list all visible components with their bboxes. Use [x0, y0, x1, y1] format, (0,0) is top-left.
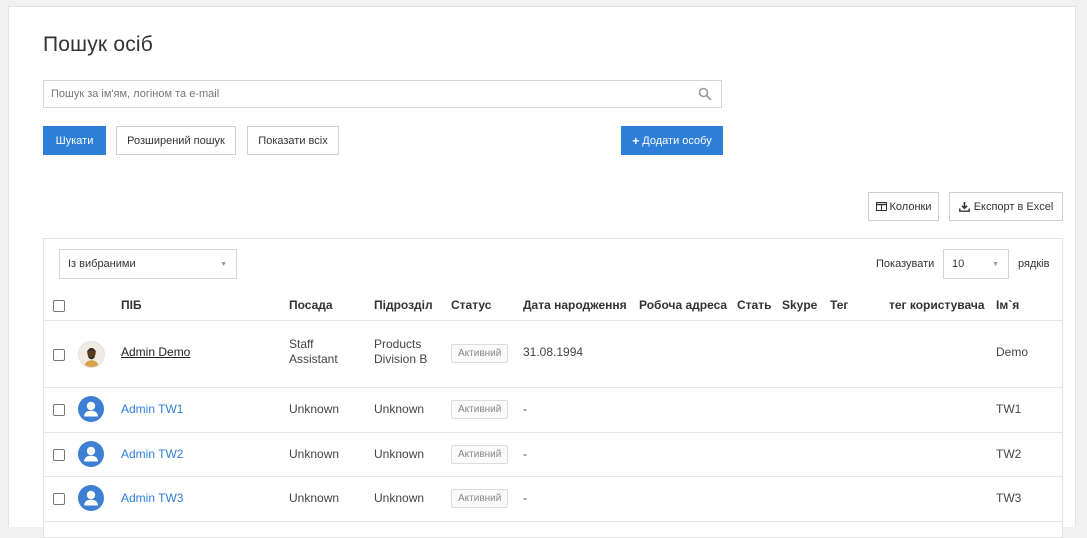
- table-row[interactable]: Admin TW2 Unknown Unknown Активний - TW2: [44, 433, 1062, 477]
- position-cell: Unknown: [289, 491, 340, 505]
- avatar: [78, 441, 104, 467]
- columns-label: Колонки: [889, 200, 932, 213]
- first-name-cell: Demo: [996, 345, 1029, 359]
- page-size-value: 10: [952, 258, 965, 270]
- bulk-action-select[interactable]: Із вибраними ▼: [59, 249, 237, 279]
- table-row[interactable]: Admin TW3 Unknown Unknown Активний - TW3: [44, 477, 1062, 522]
- column-header-first-name[interactable]: Ім`я: [996, 298, 1019, 312]
- avatar: [78, 341, 105, 368]
- user-icon: [84, 490, 98, 506]
- row-checkbox[interactable]: [53, 493, 65, 505]
- people-table: Із вибраними ▼ Показувати 10 ▼ рядків ПІ…: [43, 238, 1063, 538]
- column-header-department[interactable]: Підрозділ: [374, 298, 433, 312]
- birth-date-cell: -: [523, 491, 527, 505]
- page-size-select[interactable]: 10 ▼: [943, 249, 1009, 279]
- status-badge: Активний: [451, 489, 509, 508]
- user-icon: [84, 401, 98, 417]
- table-row[interactable]: Admin TW1 Unknown Unknown Активний - TW1: [44, 388, 1062, 433]
- search-button[interactable]: Шукати: [43, 126, 106, 155]
- first-name-cell: TW1: [996, 402, 1022, 416]
- row-checkbox[interactable]: [53, 404, 65, 416]
- column-header-position[interactable]: Посада: [289, 298, 333, 312]
- status-badge: Активний: [451, 445, 509, 464]
- plus-icon: +: [632, 133, 640, 148]
- person-name-link[interactable]: Admin TW1: [121, 402, 183, 417]
- birth-date-cell: -: [523, 402, 527, 416]
- column-header-work-address[interactable]: Робоча адреса: [639, 298, 727, 312]
- position-line: Staff: [289, 337, 314, 351]
- avatar: [78, 396, 104, 422]
- column-header-birth-date[interactable]: Дата народження: [523, 298, 627, 312]
- search-icon[interactable]: [698, 87, 712, 101]
- select-all-checkbox[interactable]: [53, 300, 65, 312]
- add-person-button[interactable]: + Додати особу: [621, 126, 723, 155]
- column-header-tag[interactable]: Тег: [830, 298, 848, 312]
- row-checkbox[interactable]: [53, 449, 65, 461]
- chevron-down-icon: ▼: [992, 261, 999, 268]
- birth-date-cell: 31.08.1994: [523, 345, 584, 359]
- person-name-link[interactable]: Admin TW2: [121, 447, 183, 462]
- position-cell: Staff Assistant: [289, 337, 338, 367]
- show-label: Показувати: [876, 258, 935, 270]
- table-header: ПІБ Посада Підрозділ Статус Дата народже…: [44, 287, 1062, 321]
- search-box[interactable]: [43, 80, 722, 108]
- row-checkbox[interactable]: [53, 349, 65, 361]
- department-cell: Unknown: [374, 447, 425, 461]
- person-name-link[interactable]: Admin TW3: [121, 491, 183, 506]
- download-icon: [958, 201, 970, 212]
- avatar: [78, 485, 104, 511]
- page-title: Пошук осіб: [43, 33, 154, 56]
- user-photo-icon: [79, 342, 104, 367]
- bulk-action-value: Із вибраними: [68, 258, 136, 270]
- column-header-status[interactable]: Статус: [451, 298, 491, 312]
- export-label: Експорт в Excel: [973, 200, 1054, 213]
- column-header-user-tag[interactable]: тег користувача: [889, 298, 985, 312]
- columns-button[interactable]: Колонки: [868, 192, 939, 221]
- status-badge: Активний: [451, 344, 509, 363]
- department-cell: Products Division B: [374, 337, 427, 367]
- rows-label: рядків: [1018, 258, 1050, 270]
- birth-date-cell: -: [523, 447, 527, 461]
- people-search-panel: Пошук осіб Шукати Розширений пошук Показ…: [8, 6, 1076, 538]
- first-name-cell: TW3: [996, 491, 1022, 505]
- user-icon: [84, 446, 98, 462]
- chevron-down-icon: ▼: [220, 261, 227, 268]
- column-header-skype[interactable]: Skype: [782, 298, 817, 312]
- first-name-cell: TW2: [996, 447, 1022, 461]
- export-excel-button[interactable]: Експорт в Excel: [949, 192, 1063, 221]
- columns-icon: [875, 202, 887, 211]
- show-all-button[interactable]: Показати всіх: [247, 126, 339, 155]
- department-line: Division B: [374, 352, 428, 366]
- advanced-search-button[interactable]: Розширений пошук: [116, 126, 236, 155]
- person-name-link[interactable]: Admin Demo: [121, 345, 190, 360]
- department-cell: Unknown: [374, 402, 425, 416]
- column-header-gender[interactable]: Стать: [737, 298, 771, 312]
- department-line: Products: [374, 337, 422, 351]
- add-person-label: Додати особу: [642, 134, 712, 147]
- position-cell: Unknown: [289, 402, 340, 416]
- status-badge: Активний: [451, 400, 509, 419]
- department-cell: Unknown: [374, 491, 425, 505]
- table-row[interactable]: Admin Demo Staff Assistant Products Divi…: [44, 321, 1062, 388]
- position-cell: Unknown: [289, 447, 340, 461]
- position-line: Assistant: [289, 352, 338, 366]
- search-input[interactable]: [44, 81, 698, 107]
- column-header-name[interactable]: ПІБ: [121, 298, 142, 312]
